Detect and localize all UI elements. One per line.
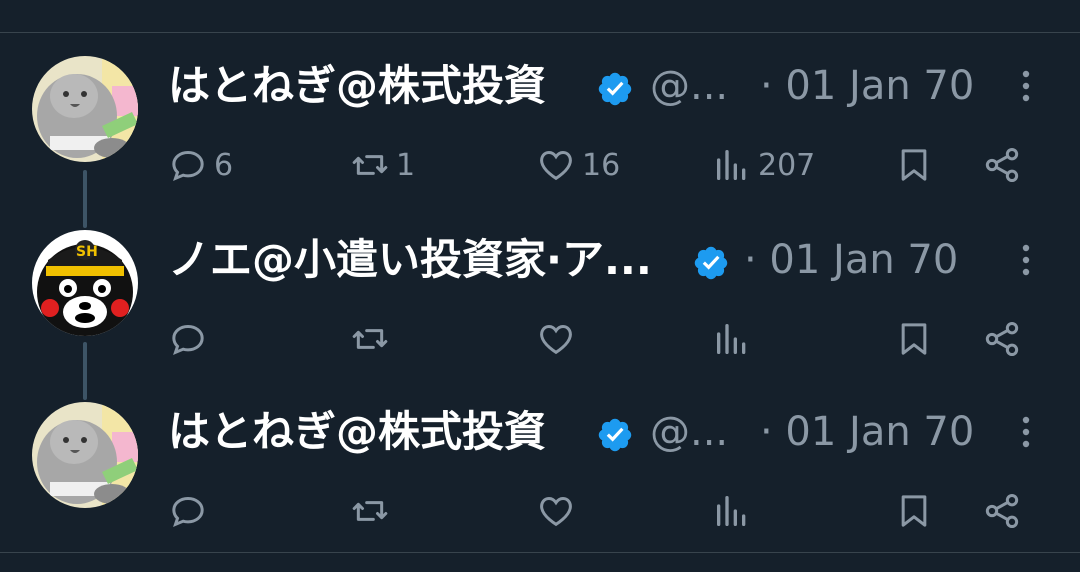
svg-text:SH: SH: [76, 244, 98, 260]
tweet-date[interactable]: · 01 Jan 70: [760, 60, 974, 112]
retweet-icon: [352, 155, 388, 175]
share-icon: [985, 148, 1019, 182]
share-icon: [985, 322, 1019, 356]
bookmark-icon: [901, 149, 927, 181]
tweet[interactable]: はとねぎ@株式投資 @... · 01 Jan 70: [0, 402, 1080, 572]
views-button[interactable]: [712, 314, 758, 364]
like-icon: [540, 496, 572, 527]
display-name[interactable]: はとねぎ@株式投資: [168, 406, 546, 458]
retweet-icon: [352, 329, 388, 349]
bookmark-button[interactable]: [894, 140, 934, 190]
reply-icon: [172, 324, 204, 355]
like-icon: [540, 324, 572, 355]
user-handle[interactable]: @...: [650, 406, 730, 458]
display-name[interactable]: ノエ@小遣い投資家·ア...: [168, 234, 652, 286]
bottom-divider: [0, 552, 1080, 553]
reply-button[interactable]: [168, 486, 214, 536]
tweet-actions: [0, 486, 1080, 536]
reply-icon: [172, 150, 204, 181]
views-button[interactable]: 207: [712, 140, 815, 190]
tweet-actions: [0, 314, 1080, 364]
views-icon: [717, 496, 746, 526]
reply-count: 6: [214, 147, 234, 183]
bookmark-icon: [901, 323, 927, 355]
reply-button[interactable]: 6: [168, 140, 233, 190]
user-handle[interactable]: @...: [650, 60, 730, 112]
display-name[interactable]: はとねぎ@株式投資: [168, 60, 546, 112]
more-icon[interactable]: [1016, 240, 1036, 280]
bookmark-button[interactable]: [894, 314, 934, 364]
like-count: 16: [582, 147, 621, 183]
like-button[interactable]: [536, 486, 582, 536]
share-button[interactable]: [982, 140, 1022, 190]
retweet-icon: [352, 501, 388, 521]
like-button[interactable]: 16: [536, 140, 620, 190]
views-icon: [717, 324, 746, 354]
tweet-date[interactable]: · 01 Jan 70: [760, 406, 974, 458]
tweet[interactable]: はとねぎ@株式投資 @... · 01 Jan 70 6 1 16 207: [0, 56, 1080, 226]
verified-badge-icon: [598, 418, 632, 452]
bookmark-button[interactable]: [894, 486, 934, 536]
views-button[interactable]: [712, 486, 758, 536]
tweet-actions: 6 1 16 207: [0, 140, 1080, 190]
tweet-date[interactable]: · 01 Jan 70: [744, 234, 958, 286]
retweet-button[interactable]: [350, 486, 396, 536]
tweet[interactable]: SH ノエ@小遣い投資家·ア... · 01 Jan 70: [0, 230, 1080, 400]
more-icon[interactable]: [1016, 412, 1036, 452]
share-button[interactable]: [982, 486, 1022, 536]
retweet-button[interactable]: 1: [350, 140, 415, 190]
verified-badge-icon: [694, 246, 728, 280]
reply-button[interactable]: [168, 314, 214, 364]
retweet-count: 1: [396, 147, 416, 183]
like-button[interactable]: [536, 314, 582, 364]
share-icon: [985, 494, 1019, 528]
retweet-button[interactable]: [350, 314, 396, 364]
verified-badge-icon: [598, 72, 632, 106]
top-divider: [0, 32, 1080, 33]
share-button[interactable]: [982, 314, 1022, 364]
views-count: 207: [758, 147, 816, 183]
like-icon: [540, 150, 572, 181]
more-icon[interactable]: [1016, 66, 1036, 106]
reply-icon: [172, 496, 204, 527]
views-icon: [717, 150, 746, 180]
bookmark-icon: [901, 495, 927, 527]
